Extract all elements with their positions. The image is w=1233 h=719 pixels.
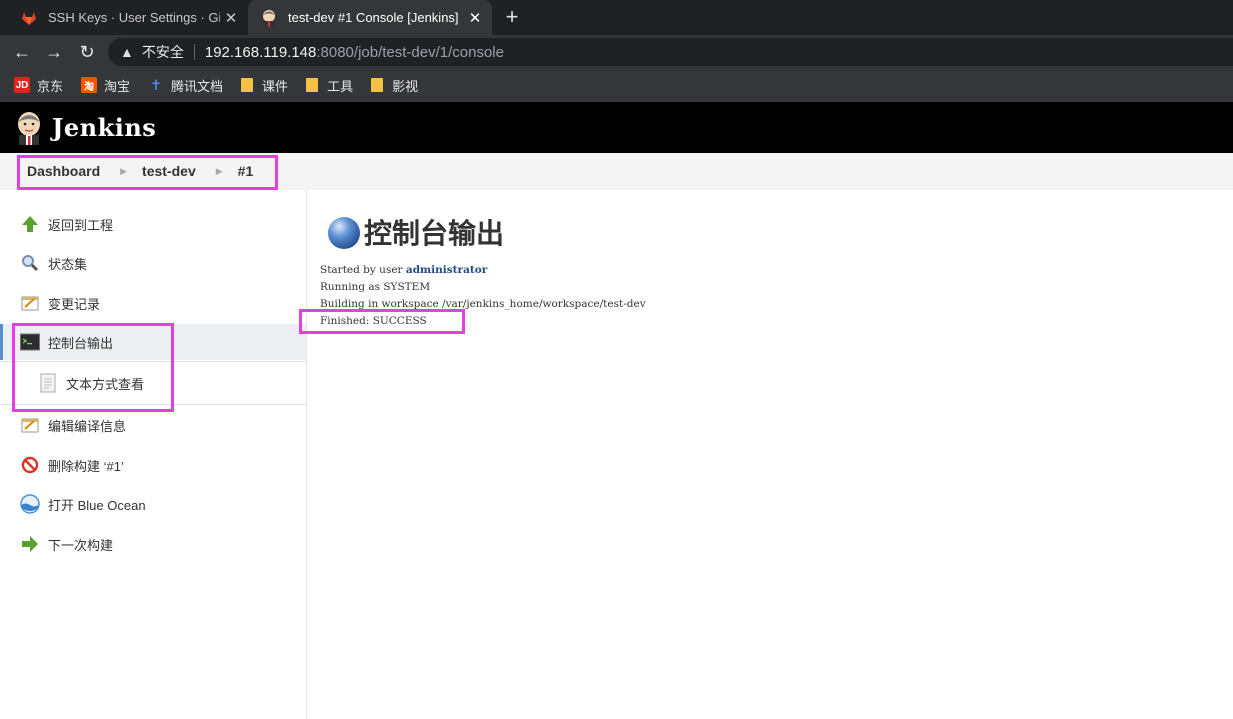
bookmark-label: 工具: [327, 78, 354, 94]
bookmark-label: 课件: [262, 78, 289, 94]
task-label: 下一次构建: [48, 537, 114, 553]
folder-icon: [371, 78, 384, 92]
url-path: :8080/job/test-dev/1/console: [316, 43, 504, 61]
taobao-icon: 淘: [81, 77, 98, 93]
bookmarks-bar: JD 京东 淘 淘宝 ✝ 腾讯文档 课件 工具 影视: [0, 68, 1233, 102]
tab-jenkins-console[interactable]: test-dev #1 Console [Jenkins] ✕: [248, 0, 492, 35]
bookmark-label: 淘宝: [104, 78, 131, 94]
tab-gitlab[interactable]: SSH Keys · User Settings · GitLab ✕: [8, 0, 248, 35]
bookmark-label: 影视: [392, 78, 419, 94]
tab-title: SSH Keys · User Settings · GitLab: [48, 10, 220, 25]
warning-icon: ▲: [120, 44, 134, 60]
task-label: 状态集: [48, 256, 88, 272]
task-changes[interactable]: 变更记录: [0, 285, 306, 321]
bookmark-jd[interactable]: JD 京东: [14, 76, 63, 95]
jenkins-logo-icon[interactable]: [14, 111, 44, 145]
folder-icon: [306, 78, 319, 92]
task-label: 删除构建 ‘#1’: [48, 458, 124, 474]
new-tab-button[interactable]: +: [500, 5, 524, 29]
task-edit-build-info[interactable]: 编辑编译信息: [0, 407, 306, 443]
jenkins-brand[interactable]: Jenkins: [52, 113, 156, 142]
url-bar[interactable]: ▲ 不安全 192.168.119.148:8080/job/test-dev/…: [108, 38, 1233, 66]
security-label[interactable]: 不安全: [142, 42, 184, 62]
user-link[interactable]: administrator: [406, 264, 487, 276]
close-icon[interactable]: ✕: [220, 9, 242, 27]
notepad-icon: [19, 292, 41, 314]
task-label: 打开 Blue Ocean: [48, 497, 146, 513]
jenkins-icon: [260, 9, 278, 27]
notepad-icon: [19, 414, 41, 436]
bookmark-label: 京东: [37, 78, 64, 94]
tencent-docs-icon: ✝: [150, 76, 162, 93]
blue-ball-icon: [328, 217, 360, 249]
task-delete-build[interactable]: 删除构建 ‘#1’: [0, 447, 306, 483]
jenkins-header: Jenkins: [0, 102, 1233, 153]
highlight-box-breadcrumb: [17, 155, 278, 190]
bookmark-folder-video[interactable]: 影视: [371, 76, 418, 95]
bookmark-label: 腾讯文档: [171, 78, 224, 94]
jd-icon: JD: [14, 77, 30, 93]
browser-tab-strip: SSH Keys · User Settings · GitLab ✕ test…: [0, 0, 1233, 35]
reload-icon[interactable]: ↻: [74, 39, 100, 65]
no-entry-icon: [19, 454, 41, 476]
address-toolbar: ← → ↻ ▲ 不安全 192.168.119.148:8080/job/tes…: [0, 35, 1233, 68]
task-open-blue-ocean[interactable]: 打开 Blue Ocean: [0, 486, 306, 522]
highlight-box-finished: [299, 309, 465, 334]
close-icon[interactable]: ✕: [464, 9, 486, 27]
back-icon[interactable]: ←: [9, 39, 35, 65]
task-label: 变更记录: [48, 296, 101, 312]
blue-ocean-icon: [19, 493, 41, 515]
console-line: Running as SYSTEM: [320, 281, 431, 293]
task-label: 返回到工程: [48, 217, 114, 233]
bookmark-taobao[interactable]: 淘 淘宝: [81, 76, 130, 95]
page-title: 控制台输出: [364, 218, 505, 249]
bookmark-folder-tools[interactable]: 工具: [306, 76, 353, 95]
console-text: Started by user: [320, 264, 406, 276]
forward-icon[interactable]: →: [41, 39, 67, 65]
task-status[interactable]: 状态集: [0, 245, 306, 281]
bookmark-folder-kejian[interactable]: 课件: [241, 76, 288, 95]
tab-title: test-dev #1 Console [Jenkins]: [288, 10, 459, 25]
side-panel: 返回到工程 状态集 变更记录 控制台输出 文本方式查看 编辑编译信息 删除构建 …: [0, 190, 307, 719]
url-host: 192.168.119.148: [204, 43, 317, 61]
task-next-build[interactable]: 下一次构建: [0, 526, 306, 562]
console-line: Started by user administrator: [320, 264, 487, 276]
task-back-to-project[interactable]: 返回到工程: [0, 206, 306, 242]
divider: [193, 44, 195, 60]
gitlab-icon: [20, 9, 38, 27]
folder-icon: [241, 78, 254, 92]
magnifier-icon: [19, 252, 41, 274]
page-heading: 控制台输出: [326, 212, 504, 252]
highlight-box-console-tasks: [12, 323, 174, 412]
task-label: 编辑编译信息: [48, 418, 127, 434]
right-arrow-icon: [19, 533, 41, 555]
up-arrow-icon: [19, 213, 41, 235]
bookmark-tencent-docs[interactable]: ✝ 腾讯文档: [148, 76, 223, 95]
